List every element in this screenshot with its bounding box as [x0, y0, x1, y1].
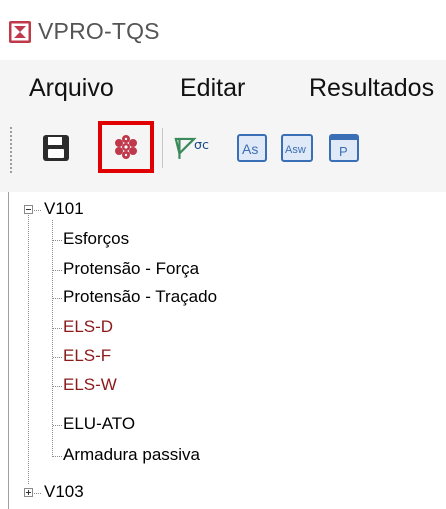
- tree-connector: [53, 298, 62, 299]
- tree-node-esforcos[interactable]: Esforços: [63, 229, 129, 249]
- menu-arquivo[interactable]: Arquivo: [29, 74, 114, 103]
- save-icon: [43, 135, 69, 161]
- tree-node-v103[interactable]: V103: [44, 482, 84, 502]
- tree-panel-border: [8, 192, 9, 509]
- toolbar-separator: [162, 128, 163, 168]
- model-3d-button[interactable]: [98, 121, 154, 173]
- toolbar-grip[interactable]: [9, 126, 13, 174]
- tree-node-v101[interactable]: V101: [44, 199, 84, 219]
- tree-connector: [28, 215, 29, 485]
- stress-diagram-icon: σc: [174, 137, 209, 159]
- as-icon: As: [237, 134, 267, 162]
- tree-node-armadura-passiva[interactable]: Armadura passiva: [63, 445, 200, 465]
- collapse-v101-toggle[interactable]: [24, 205, 33, 214]
- tree-node-protensao-forca[interactable]: Protensão - Força: [63, 259, 199, 279]
- tree-node-elu-ato[interactable]: ELU-ATO: [63, 414, 135, 434]
- tree-connector: [53, 270, 62, 271]
- tree-connector: [34, 493, 42, 494]
- tree-connector: [53, 386, 62, 387]
- tree-connector: [34, 210, 42, 211]
- menu-resultados[interactable]: Resultados: [309, 74, 434, 103]
- stress-diagram-button[interactable]: σc: [174, 128, 214, 168]
- asw-label: Asw: [285, 144, 306, 156]
- as-button[interactable]: As: [232, 128, 272, 168]
- sigma-label: σc: [194, 137, 209, 152]
- tree-connector: [53, 456, 62, 457]
- p-label: P: [339, 144, 348, 159]
- tree-connector: [53, 328, 62, 329]
- as-label: As: [242, 141, 258, 157]
- expand-v103-toggle[interactable]: [24, 488, 33, 497]
- app-logo-icon: [9, 21, 31, 43]
- tree-connector: [53, 240, 62, 241]
- asw-button[interactable]: Asw: [277, 128, 317, 168]
- tree-node-els-w[interactable]: ELS-W: [63, 375, 117, 395]
- tree-node-els-f[interactable]: ELS-F: [63, 346, 111, 366]
- tree-connector: [53, 425, 62, 426]
- p-button[interactable]: P: [324, 128, 364, 168]
- p-icon: P: [329, 134, 359, 162]
- window-title: VPRO-TQS: [38, 18, 160, 44]
- tree-node-els-d[interactable]: ELS-D: [63, 317, 113, 337]
- tree-connector: [52, 220, 53, 457]
- asw-icon: Asw: [281, 134, 313, 162]
- save-button[interactable]: [36, 128, 76, 168]
- model-3d-icon: [115, 135, 137, 159]
- tree-node-protensao-tracado[interactable]: Protensão - Traçado: [63, 287, 217, 307]
- tree-connector: [53, 357, 62, 358]
- menu-editar[interactable]: Editar: [180, 74, 245, 103]
